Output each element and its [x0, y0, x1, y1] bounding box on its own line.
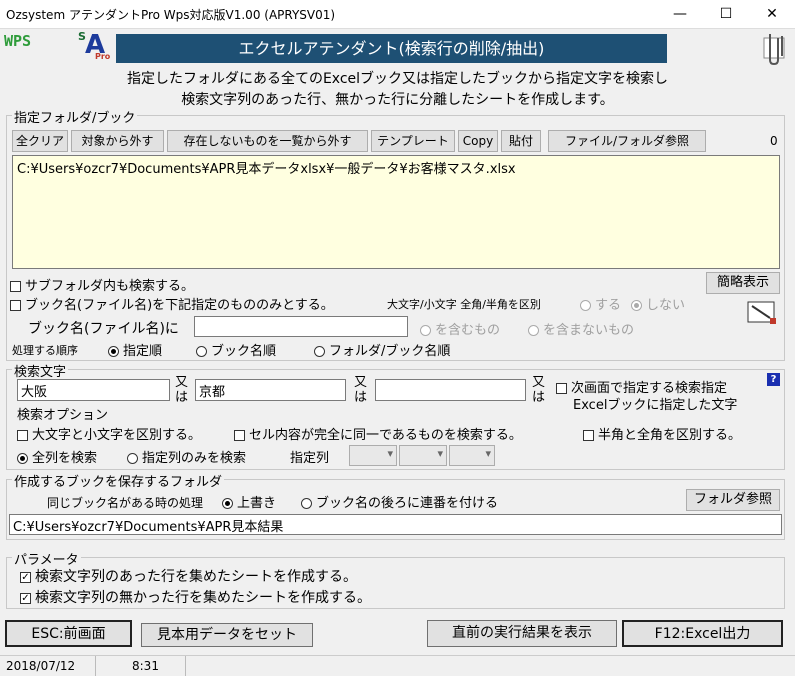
bookname-prefix-label: ブック名(ファイル名)に [28, 321, 179, 337]
or-label-1: 又は [175, 375, 189, 405]
window-title: Ozsystem アテンダントPro Wps対応版V1.00 (APRYSV01… [6, 8, 336, 22]
bookname-filter-input[interactable] [194, 316, 408, 337]
save-path-input[interactable]: C:¥Users¥ozcr7¥Documents¥APR見本結果 [9, 514, 782, 535]
checkbox-icon [10, 300, 21, 311]
copy-button[interactable]: Copy [458, 130, 498, 152]
search-group-label: 検索文字 [12, 361, 69, 380]
order-folder-bookname-radio[interactable]: フォルダ/ブック名順 [314, 340, 450, 359]
case-yes-radio[interactable]: する [580, 294, 621, 313]
specified-columns-radio[interactable]: 指定列のみを検索 [127, 447, 246, 466]
status-time: 8:31 [132, 659, 159, 673]
status-bar: 2018/07/12 8:31 [0, 655, 795, 676]
case-no-radio[interactable]: しない [631, 294, 685, 313]
description-line-1: 指定したフォルダにある全てのExcelブック又は指定したブックから指定文字を検索… [126, 71, 669, 87]
same-name-label: 同じブック名がある時の処理 [47, 496, 204, 510]
folder-group-label: 指定フォルダ/ブック [12, 107, 138, 126]
folder-browse-button[interactable]: フォルダ参照 [686, 489, 780, 511]
file-count: 0 [770, 134, 778, 148]
esc-back-button[interactable]: ESC:前画面 [5, 620, 132, 647]
search-term-2-input[interactable]: 京都 [195, 379, 346, 401]
checkbox-icon [10, 281, 21, 292]
minimize-button[interactable]: — [657, 0, 703, 28]
paste-button[interactable]: 貼付 [501, 130, 541, 152]
column-select-3[interactable] [449, 445, 495, 466]
order-bookname-radio[interactable]: ブック名順 [196, 340, 276, 359]
status-date: 2018/07/12 [6, 659, 76, 673]
next-screen-label-2: Excelブックに指定した文字 [573, 398, 738, 413]
edit-pen-icon[interactable] [746, 298, 780, 328]
bookname-only-checkbox[interactable]: ブック名(ファイル名)を下記指定のもののみとする。 [10, 294, 334, 313]
clear-all-button[interactable]: 全クリア [12, 130, 68, 152]
create-notfound-sheet-checkbox[interactable]: ✓ 検索文字列の無かった行を集めたシートを作成する。 [20, 587, 371, 607]
search-term-3-input[interactable] [375, 379, 526, 401]
case-sensitive-checkbox[interactable]: 大文字と小文字を区別する。 [17, 424, 201, 443]
title-bar: Ozsystem アテンダントPro Wps対応版V1.00 (APRYSV01… [0, 0, 795, 29]
description-line-2: 検索文字列のあった行、無かった行に分離したシートを作成します。 [181, 92, 614, 108]
help-icon[interactable]: ? [767, 373, 780, 386]
search-term-1-input[interactable]: 大阪 [17, 379, 170, 401]
width-sensitive-checkbox[interactable]: 半角と全角を区別する。 [583, 424, 741, 443]
remove-from-target-button[interactable]: 対象から外す [71, 130, 164, 152]
exact-match-checkbox[interactable]: セル内容が完全に同一であるものを検索する。 [234, 424, 522, 443]
close-button[interactable]: ✕ [749, 0, 795, 28]
order-label: 処理する順序 [12, 344, 78, 357]
app-logo: S A Pro [78, 30, 111, 61]
browse-file-folder-button[interactable]: ファイル/フォルダ参照 [548, 130, 706, 152]
excel-output-button[interactable]: F12:Excel出力 [622, 620, 783, 647]
file-list[interactable]: C:¥Users¥ozcr7¥Documents¥APR見本データxlsx¥一般… [12, 155, 780, 269]
all-columns-radio[interactable]: 全列を検索 [17, 447, 97, 466]
show-last-result-button[interactable]: 直前の実行結果を表示 [427, 620, 617, 647]
or-label-3: 又は [532, 375, 546, 405]
banner-title: エクセルアテンダント(検索行の削除/抽出) [116, 34, 667, 63]
column-label: 指定列 [290, 451, 330, 466]
overwrite-radio[interactable]: 上書き [222, 492, 276, 511]
or-label-2: 又は [354, 375, 368, 405]
subfolder-checkbox[interactable]: サブフォルダ内も検索する。 [10, 275, 194, 294]
not-contains-radio[interactable]: を含まないもの [528, 319, 634, 338]
template-button[interactable]: テンプレート [371, 130, 455, 152]
paperclip-icon [762, 30, 790, 66]
status-divider [95, 656, 96, 676]
column-select-1[interactable] [349, 445, 397, 466]
summary-display-button[interactable]: 簡略表示 [706, 272, 780, 294]
search-options-label: 検索オプション [17, 408, 109, 423]
file-list-item[interactable]: C:¥Users¥ozcr7¥Documents¥APR見本データxlsx¥一般… [13, 156, 779, 179]
contains-radio[interactable]: を含むもの [420, 319, 500, 338]
save-group-label: 作成するブックを保存するフォルダ [12, 471, 225, 490]
case-distinguish-label: 大文字/小文字 全角/半角を区別 [387, 298, 541, 311]
maximize-button[interactable]: ☐ [703, 0, 749, 28]
set-sample-data-button[interactable]: 見本用データをセット [141, 623, 313, 647]
create-found-sheet-checkbox[interactable]: ✓ 検索文字列のあった行を集めたシートを作成する。 [20, 566, 357, 586]
wps-logo: WPS [4, 32, 32, 50]
order-specified-radio[interactable]: 指定順 [108, 340, 162, 359]
status-divider [185, 656, 186, 676]
remove-missing-button[interactable]: 存在しないものを一覧から外す [167, 130, 368, 152]
append-number-radio[interactable]: ブック名の後ろに連番を付ける [301, 492, 498, 511]
column-select-2[interactable] [399, 445, 447, 466]
